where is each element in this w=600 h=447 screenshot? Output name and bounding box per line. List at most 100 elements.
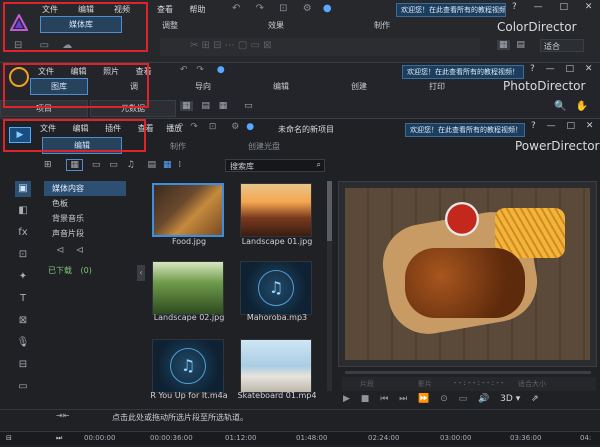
import-media-icon[interactable]: ⊞ <box>44 160 52 170</box>
tree-item-media[interactable]: 媒体内容 <box>44 181 126 196</box>
maximize-icon[interactable]: □ <box>567 121 576 131</box>
downloaded-item[interactable]: 已下载 (0) <box>48 265 92 276</box>
maximize-icon[interactable]: □ <box>560 2 569 12</box>
voice-room-icon[interactable]: 🎙 <box>15 335 31 351</box>
image-filter-icon[interactable]: ▭ <box>109 160 118 170</box>
colordirector-library-tab[interactable]: 媒体库 <box>40 16 122 33</box>
media-filter-all-icon[interactable]: ▦ <box>66 159 83 171</box>
menu-view[interactable]: 查看 <box>157 5 173 14</box>
media-thumb-r-you-up[interactable]: ♫ <box>152 339 224 393</box>
track-manager-icon[interactable]: ⇥⇤ <box>56 411 69 420</box>
collapse-tree-handle[interactable]: ‹ <box>137 265 145 281</box>
tab-effects[interactable]: 效果 <box>268 20 284 31</box>
cloud-icon[interactable]: ☁ <box>62 40 72 51</box>
folder-icon[interactable]: ▭ <box>40 40 49 51</box>
stop-icon[interactable]: ■ <box>361 394 370 404</box>
particle-room-icon[interactable]: ✦ <box>15 269 31 285</box>
redo-icon[interactable]: ↷ <box>190 122 198 132</box>
photodirector-library-tab[interactable]: 图库 <box>30 78 88 95</box>
import-icon[interactable]: ⊟ <box>14 40 22 51</box>
preview-progress[interactable] <box>345 371 591 374</box>
library-scroll-thumb[interactable] <box>327 181 332 241</box>
chapter-room-icon[interactable]: ⊟ <box>15 357 31 373</box>
tree-item-color-boards[interactable]: 色板 <box>44 196 126 211</box>
compare-view-icon[interactable]: ▤ <box>516 40 525 50</box>
settings-icon[interactable]: ⚙ <box>303 3 312 14</box>
redo-icon[interactable]: ↷ <box>196 65 204 75</box>
tab-edit[interactable]: 编辑 <box>273 81 289 92</box>
video-filter-icon[interactable]: ▭ <box>92 160 101 170</box>
snapshot-icon[interactable]: ⊙ <box>440 394 448 404</box>
title-room-icon[interactable]: T <box>15 291 31 307</box>
tab-adjust[interactable]: 调整 <box>162 20 178 31</box>
menu-help[interactable]: 帮助 <box>190 5 206 14</box>
maximize-icon[interactable]: □ <box>566 64 575 74</box>
powerdirector-tab-produce[interactable]: 制作 <box>170 141 186 152</box>
audio-filter-icon[interactable]: ♫ <box>127 160 135 170</box>
untag-icon[interactable]: ⊲ <box>76 245 84 256</box>
powerdirector-tab-disc[interactable]: 创建光盘 <box>248 141 280 152</box>
grid-view-icon[interactable]: ▦ <box>219 101 228 111</box>
menu-view[interactable]: 查看 <box>136 67 152 76</box>
media-thumb-landscape-01[interactable] <box>240 183 312 237</box>
minimize-icon[interactable]: — <box>546 64 555 74</box>
undo-icon[interactable]: ↶ <box>180 65 188 75</box>
grid-size-icon[interactable]: ⁞ <box>178 160 181 170</box>
photodirector-tab-adjust[interactable]: 调 <box>130 81 138 92</box>
help-icon[interactable]: ? <box>530 64 535 74</box>
help-icon[interactable]: ? <box>512 2 517 12</box>
view-3d-toggle[interactable]: 3D <box>500 394 513 404</box>
movie-mode[interactable]: 影片 <box>418 379 432 389</box>
effects-room-icon[interactable]: ◧ <box>15 203 31 219</box>
media-thumb-skateboard[interactable] <box>240 339 312 393</box>
upgrade-icon[interactable]: ● <box>246 122 254 132</box>
list-view-icon[interactable]: ▤ <box>148 160 157 170</box>
menu-edit[interactable]: 编辑 <box>78 4 94 15</box>
tag-icon[interactable]: ⊲ <box>56 245 64 256</box>
subtitle-room-icon[interactable]: ▭ <box>15 379 31 395</box>
tab-print[interactable]: 打印 <box>429 81 445 92</box>
menu-view[interactable]: 查看 <box>138 124 154 133</box>
thumbnail-view-icon[interactable]: ▦ <box>163 160 172 170</box>
media-search-input[interactable]: 搜索库 ⌕ <box>225 159 325 172</box>
export-icon[interactable]: ⊡ <box>279 3 287 14</box>
layout-icon[interactable]: ▭ <box>459 394 468 404</box>
clip-mode[interactable]: 片段 <box>360 379 374 389</box>
timeline-zoom-icon[interactable]: ⊟ <box>6 434 12 442</box>
library-scrollbar[interactable] <box>327 181 332 391</box>
close-icon[interactable]: ✕ <box>585 64 593 74</box>
menu-plugins[interactable]: 插件 <box>105 124 121 133</box>
undock-icon[interactable]: ⇗ <box>531 394 539 404</box>
media-thumb-food[interactable] <box>152 183 224 237</box>
dropdown-icon[interactable]: ▾ <box>516 394 521 404</box>
media-room-icon[interactable]: ▣ <box>15 181 31 197</box>
media-thumb-landscape-02[interactable] <box>152 261 224 315</box>
undo-icon[interactable]: ↶ <box>176 122 184 132</box>
photodirector-tab-project[interactable]: 项目 <box>0 100 88 117</box>
close-icon[interactable]: ✕ <box>586 121 594 131</box>
tab-produce[interactable]: 制作 <box>374 20 390 31</box>
settings-icon[interactable]: ⚙ <box>231 122 239 132</box>
powerdirector-tutorial-notice[interactable]: 欢迎您！在此查看所有的教程视频！ <box>405 123 525 137</box>
tab-create[interactable]: 创建 <box>351 81 367 92</box>
compare-view-icon[interactable]: ▤ <box>201 101 210 111</box>
grid-view-icon[interactable]: ▦ <box>497 40 510 50</box>
single-view-icon[interactable]: ▦ <box>180 101 193 111</box>
search-icon[interactable]: ⌕ <box>317 160 321 170</box>
photodirector-tab-metadata[interactable]: 元数据 <box>90 100 176 117</box>
timeline-end-icon[interactable]: ⏭ <box>56 434 62 443</box>
redo-icon[interactable]: ↷ <box>256 3 264 14</box>
fast-forward-icon[interactable]: ⏩ <box>418 394 429 404</box>
next-icon[interactable]: ⏭ <box>399 394 407 404</box>
fullscreen-icon[interactable]: ▭ <box>244 101 253 111</box>
photodirector-tutorial-notice[interactable]: 欢迎您！在此查看所有的教程视频！ <box>402 65 524 79</box>
help-icon[interactable]: ? <box>531 121 536 131</box>
undo-icon[interactable]: ↶ <box>232 3 240 14</box>
volume-icon[interactable]: 🔊 <box>478 394 489 404</box>
play-icon[interactable]: ▶ <box>343 394 350 404</box>
pip-room-icon[interactable]: ⊡ <box>15 247 31 263</box>
hand-icon[interactable]: ✋ <box>576 101 588 112</box>
fx-room-icon[interactable]: fx <box>15 225 31 241</box>
menu-file[interactable]: 文件 <box>40 124 56 133</box>
menu-video[interactable]: 视频 <box>114 4 130 15</box>
